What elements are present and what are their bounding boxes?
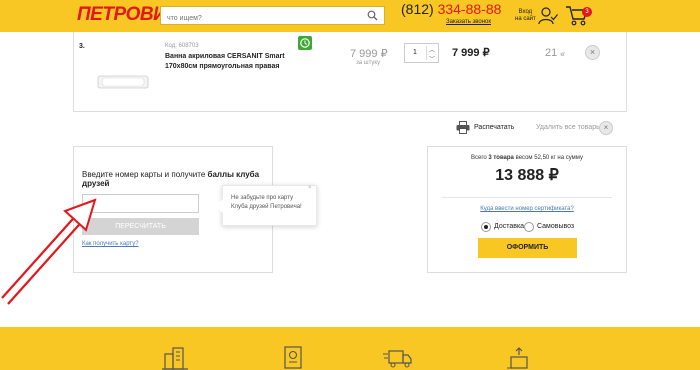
- summary-suffix: весом 52,50 кг на сумму: [513, 155, 583, 161]
- quantity-value[interactable]: 1: [413, 49, 417, 56]
- footer-bar: [0, 327, 700, 370]
- cart-count-badge: 3: [582, 7, 592, 17]
- delivery-truck-icon: [383, 350, 412, 368]
- return-box-icon: [507, 347, 528, 369]
- user-icon[interactable]: [538, 6, 558, 26]
- delivery-label[interactable]: Доставка: [494, 223, 524, 230]
- certificate-link[interactable]: Куда ввести номер сертификата?: [427, 206, 627, 212]
- red-annotation-arrow: [1, 198, 97, 305]
- unit-label: за штуку: [356, 60, 381, 66]
- pickup-radio[interactable]: [524, 222, 534, 232]
- delivery-radio[interactable]: [481, 222, 491, 232]
- phone-prefix: (812): [401, 1, 434, 17]
- chevron-down-icon[interactable]: ﹀: [429, 54, 435, 63]
- buildings-icon: [162, 347, 188, 370]
- bathtub-image[interactable]: [97, 73, 149, 91]
- login-line2: на сайт: [515, 16, 536, 22]
- phone: (812) 334-88-88: [401, 1, 501, 17]
- pickup-label[interactable]: Самовывоз: [537, 223, 574, 230]
- item-name-link[interactable]: Ванна акриловая CERSANIT Smart 170x80см …: [165, 52, 315, 72]
- unit-price: 7 999 ₽: [350, 48, 388, 60]
- checkout-button[interactable]: ОФОРМИТЬ: [478, 238, 577, 258]
- cart-item-row: [73, 32, 627, 112]
- quantity-divider: [426, 46, 427, 60]
- close-icon: ×: [603, 123, 609, 132]
- tooltip-arrow: [214, 199, 223, 213]
- remove-all-button[interactable]: ×: [599, 121, 613, 135]
- login-line1: Вход: [518, 9, 533, 15]
- summary-text: Всего 3 товара весом 52,50 кг на сумму: [427, 155, 627, 161]
- summary-divider: [442, 197, 612, 198]
- search-input[interactable]: [161, 10, 361, 27]
- weight-value: 21: [545, 47, 558, 59]
- close-icon: ×: [589, 47, 596, 57]
- printer-icon[interactable]: [456, 121, 470, 134]
- item-weight: 21 кг: [545, 47, 565, 59]
- search-icon[interactable]: [367, 10, 378, 21]
- login-link[interactable]: Вход на сайт: [515, 9, 536, 23]
- summary-items-count: 3 товара: [488, 155, 514, 161]
- item-number: 3.: [79, 43, 85, 50]
- weight-unit: кг: [560, 52, 566, 58]
- club-points-icon: [298, 36, 312, 50]
- remove-all-link[interactable]: Удалить все товары: [536, 124, 601, 131]
- tooltip-text: Не забудьте про карту Клуба друзей Петро…: [231, 195, 302, 210]
- print-link[interactable]: Распечатать: [474, 124, 514, 131]
- summary-prefix: Всего: [471, 155, 489, 161]
- certificate-icon: [284, 346, 302, 369]
- card-heading-text: Введите номер карты и получите: [82, 170, 208, 179]
- item-code: Код: 608703: [165, 43, 199, 49]
- phone-number: 334-88-88: [437, 1, 502, 17]
- search-box[interactable]: [160, 6, 385, 27]
- chevron-up-icon[interactable]: ︿: [429, 45, 435, 54]
- item-total-price: 7 999 ₽: [452, 47, 490, 59]
- remove-item-button[interactable]: ×: [585, 45, 600, 60]
- quantity-stepper[interactable]: 1 ︿ ﹀: [404, 43, 439, 63]
- summary-total: 13 888 ₽: [495, 167, 559, 184]
- callback-link[interactable]: Заказать звонок: [446, 19, 491, 25]
- tooltip-close-icon[interactable]: ×: [308, 185, 312, 191]
